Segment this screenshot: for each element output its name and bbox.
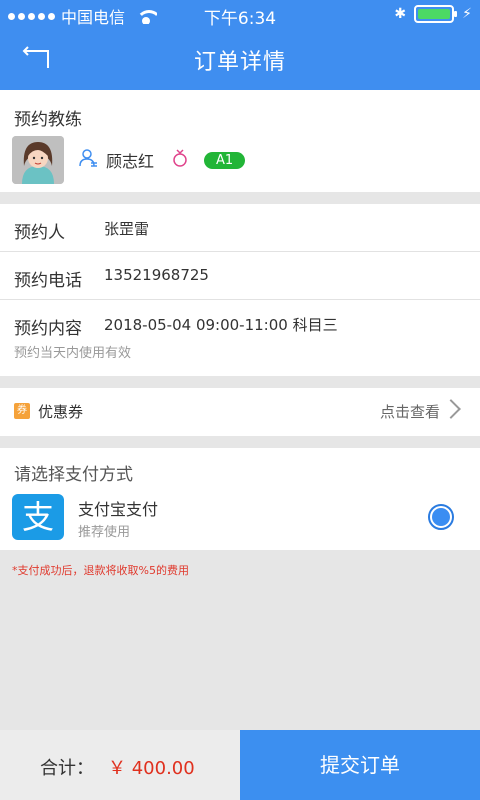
content-value: 2018-05-04 09:00-11:00 科目三: [104, 316, 338, 334]
page-title: 订单详情: [193, 50, 286, 75]
coach-avatar: [12, 136, 64, 184]
booker-value: 张罡雷: [104, 220, 150, 238]
coach-name: 顾志红: [106, 152, 155, 171]
total-box: 合计： ￥ 400.00: [0, 730, 240, 800]
payment-title: 请选择支付方式: [14, 465, 133, 485]
status-right: ✱ ⚡: [394, 5, 472, 23]
payment-radio[interactable]: [428, 504, 454, 530]
coupon-icon: 券: [14, 403, 30, 419]
phone-label: 预约电话: [14, 271, 82, 291]
phone-value: 13521968725: [104, 266, 209, 284]
payment-section: 请选择支付方式 支 支付宝支付 推荐使用: [0, 448, 480, 550]
bluetooth-icon: ✱: [394, 6, 407, 22]
content-label: 预约内容: [14, 319, 82, 339]
nav-bar: 订单详情: [0, 28, 480, 90]
battery-icon: [414, 5, 458, 23]
top-bar: 中国电信 下午6:34 ✱ ⚡ 订单详情: [0, 0, 480, 90]
coach-info: 顾志红 A1: [78, 148, 246, 172]
license-badge: A1: [204, 151, 246, 169]
content-row: 预约内容 2018-05-04 09:00-11:00 科目三 预约当天内使用有…: [0, 300, 480, 376]
coupon-row[interactable]: 券 优惠券 点击查看: [0, 388, 480, 436]
phone-row: 预约电话 13521968725: [0, 252, 480, 300]
payment-method-name: 支付宝支付: [78, 500, 159, 519]
total-amount: ￥ 400.00: [108, 758, 195, 779]
coach-section: 预约教练 顾志红 A1: [0, 90, 480, 192]
coupon-label: 优惠券: [38, 403, 84, 421]
coupon-view-link[interactable]: 点击查看: [380, 401, 440, 422]
bottom-bar: 合计： ￥ 400.00 提交订单: [0, 730, 480, 800]
chevron-right-icon: [441, 399, 461, 419]
alipay-icon: 支: [12, 494, 64, 540]
coach-section-label: 预约教练: [14, 110, 82, 130]
validity-note: 预约当天内使用有效: [14, 346, 132, 361]
submit-order-button[interactable]: 提交订单: [240, 730, 480, 800]
refund-notice: *支付成功后，退款将收取%5的费用: [12, 564, 189, 577]
person-icon: [78, 148, 98, 172]
charging-icon: ⚡: [462, 6, 472, 22]
booker-label: 预约人: [14, 223, 65, 243]
booking-info-section: 预约人 张罡雷 预约电话 13521968725 预约内容 2018-05-04…: [0, 204, 480, 376]
status-bar: 中国电信 下午6:34 ✱ ⚡: [0, 0, 480, 29]
booker-row: 预约人 张罡雷: [0, 204, 480, 252]
payment-method-sub: 推荐使用: [78, 525, 131, 540]
total-label: 合计：: [40, 758, 94, 779]
radio-selected-icon: [432, 508, 450, 526]
female-icon: [172, 148, 188, 172]
